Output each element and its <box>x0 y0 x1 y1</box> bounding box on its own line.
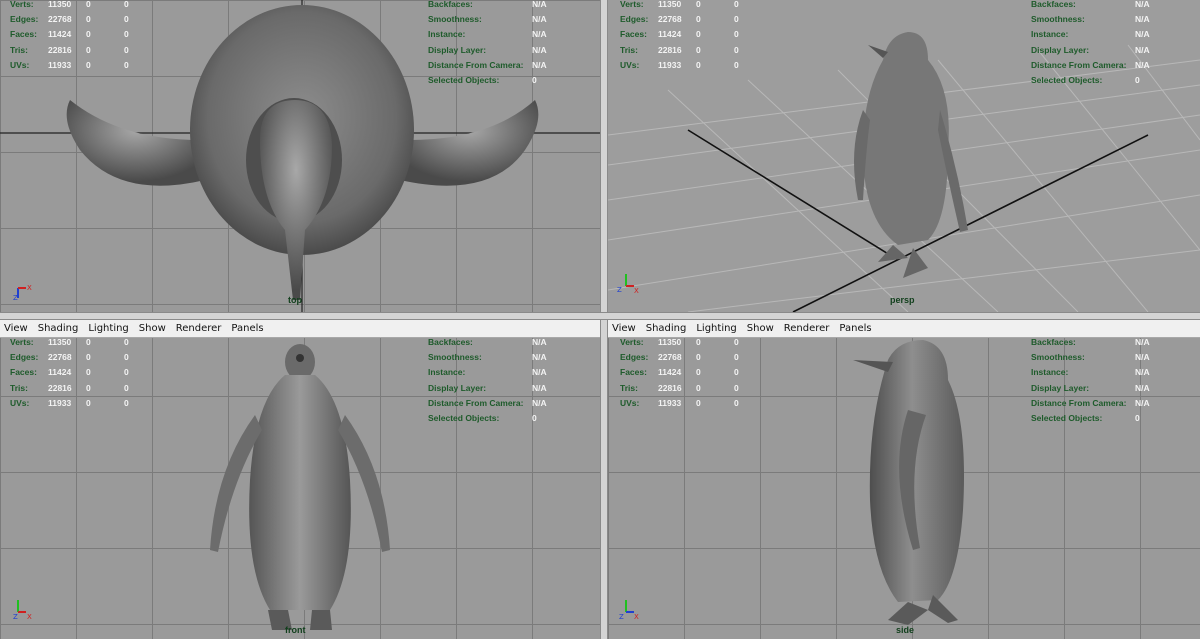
svg-text:X: X <box>634 287 639 295</box>
poly-count-hud: Verts: 11350 0 0 Edges: 22768 0 0 Faces: 11424 0… <box>10 336 129 408</box>
object-info-hud: Backfaces: N/A Smoothness: N/A Instance: N/… <box>1031 0 1150 86</box>
camera-label: front <box>285 625 306 635</box>
axis-gizmo-icon: ZX <box>10 278 40 308</box>
viewport-side[interactable]: View Shading Lighting Show Renderer Pane… <box>608 320 1200 639</box>
svg-text:X: X <box>634 613 639 621</box>
viewport-persp[interactable]: Verts: 11350 0 0 Edges: 22768 0 0 Faces: 11424 0… <box>608 0 1200 312</box>
axis-gizmo-icon: ZX <box>616 266 646 296</box>
axis-gizmo-icon: ZX <box>616 592 646 622</box>
svg-text:Z: Z <box>13 613 18 621</box>
panel-divider-horizontal[interactable] <box>0 312 1200 320</box>
camera-label: persp <box>890 295 915 305</box>
poly-count-hud: Verts: 11350 0 0 Edges: 22768 0 0 Faces: 11424 0… <box>620 336 739 408</box>
svg-text:Z: Z <box>617 286 622 294</box>
svg-text:Z: Z <box>13 294 18 302</box>
object-info-hud: Backfaces: N/A Smoothness: N/A Instance: N/… <box>428 0 547 86</box>
axis-gizmo-icon: ZX <box>10 592 40 622</box>
camera-label: side <box>896 625 915 635</box>
viewport-top[interactable]: Verts: 11350 0 0 Edges: 22768 0 0 Faces: 11424 0… <box>0 0 600 312</box>
camera-label: top <box>288 295 302 305</box>
poly-count-hud: Verts: 11350 0 0 Edges: 22768 0 0 Faces: 11424 0… <box>10 0 129 70</box>
viewport-front[interactable]: View Shading Lighting Show Renderer Pane… <box>0 320 600 639</box>
svg-text:X: X <box>27 613 32 621</box>
object-info-hud: Backfaces: N/A Smoothness: N/A Instance: N/… <box>428 336 547 424</box>
svg-text:Z: Z <box>619 613 624 621</box>
svg-text:X: X <box>27 284 32 292</box>
poly-count-hud: Verts: 11350 0 0 Edges: 22768 0 0 Faces: 11424 0… <box>620 0 739 70</box>
object-info-hud: Backfaces: N/A Smoothness: N/A Instance: N/… <box>1031 336 1150 424</box>
